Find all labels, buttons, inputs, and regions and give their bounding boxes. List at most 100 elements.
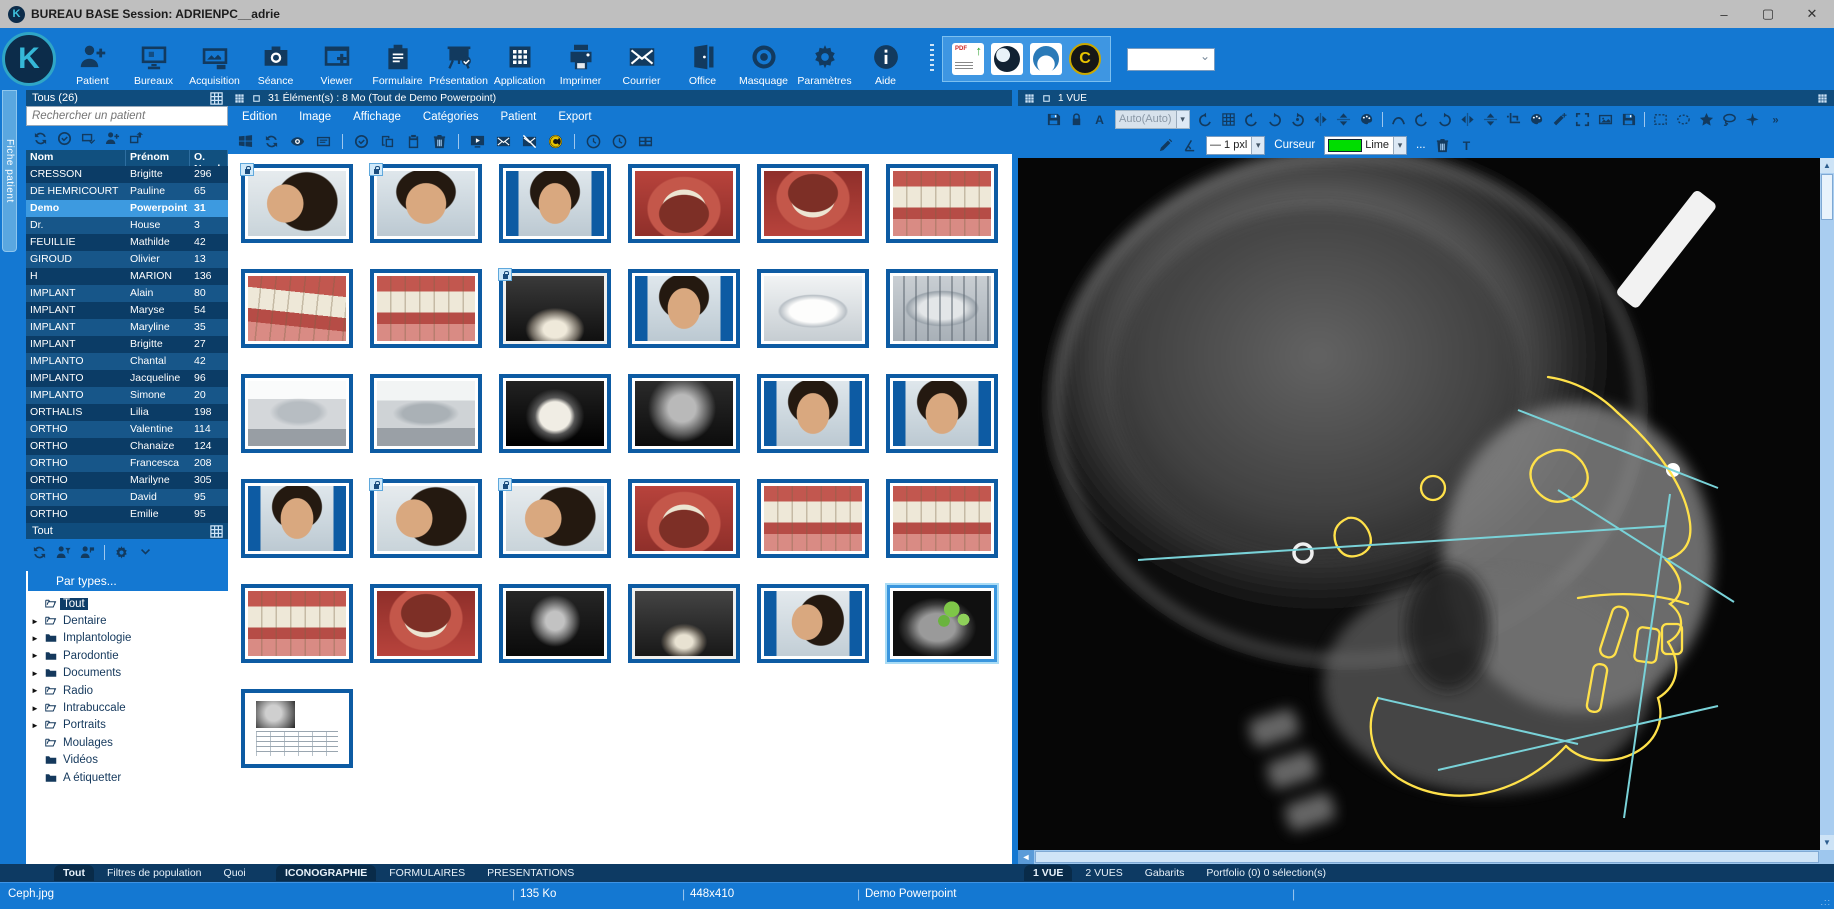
select-sparkle-icon[interactable] [1745,112,1760,127]
annot-T-icon[interactable]: T [1459,138,1474,153]
scroll-down-icon[interactable]: ▼ [1820,835,1834,850]
edit-flipv-icon[interactable] [1483,112,1498,127]
icono-envoff-icon[interactable] [522,134,537,149]
table-row[interactable]: IMPLANTOChantal42 [26,353,228,370]
color-combobox[interactable]: Lime▾ [1324,136,1407,155]
thumbnail-teeth-front[interactable] [886,479,998,558]
pdf-export-app-icon[interactable] [952,43,984,75]
thumbnail-portrait-front-wide[interactable] [886,374,998,453]
grid-view-icon[interactable] [209,524,224,539]
icono-clock-icon[interactable] [586,134,601,149]
viewer-palette-icon[interactable] [1359,112,1374,127]
tree-item-implantologie[interactable]: ►Implantologie [28,630,228,647]
thumbnail-portrait-front[interactable] [370,164,482,243]
tab-2-vues[interactable]: 2 VUES [1076,865,1131,881]
icono-envx-icon[interactable] [496,134,511,149]
tree-item-radio[interactable]: ►Radio [28,682,228,699]
grid-layout-icon[interactable] [1024,93,1035,104]
table-row[interactable]: IMPLANTOJacqueline96 [26,370,228,387]
toolbar-item-présentation[interactable]: Présentation [428,42,489,87]
tab-filtres-de-population[interactable]: Filtres de population [98,865,211,881]
icono-card-icon[interactable] [316,134,331,149]
viewer-A-icon[interactable]: A [1092,112,1107,127]
tree-persont-icon[interactable] [80,545,95,560]
thumbnail-panoramic-xray[interactable] [499,269,611,348]
maximize-button[interactable]: ▢ [1746,0,1790,28]
table-row[interactable]: IMPLANTOSimone20 [26,387,228,404]
icono-copy-icon[interactable] [380,134,395,149]
thumbnail-teeth-front[interactable] [886,164,998,243]
viewer-flipv-icon[interactable] [1336,112,1351,127]
orca-light-app-icon[interactable] [1030,43,1062,75]
toolbar-item-imprimer[interactable]: Imprimer [550,42,611,87]
icono-paste-icon[interactable] [406,134,421,149]
close-button[interactable]: ✕ [1790,0,1834,28]
toolbar-item-courrier[interactable]: Courrier [611,42,672,87]
thumbnail-portrait-profile[interactable] [241,164,353,243]
tree-item-tout[interactable]: Tout [28,595,228,612]
toolbar-item-office[interactable]: Office [672,42,733,87]
pen-width-combobox[interactable]: — 1 pxl▾ [1206,136,1265,155]
expand-arrow-icon[interactable]: ► [28,617,42,626]
thumbnail-ceph-xray[interactable] [628,374,740,453]
table-row[interactable]: ORTHOChanaize124 [26,438,228,455]
patient-personp-icon[interactable] [105,131,120,146]
thumbnail-portrait-front-wide[interactable] [499,164,611,243]
icono-cbadge-icon[interactable] [548,134,563,149]
thumbnail-occlusal-lower[interactable] [370,584,482,663]
more-button[interactable]: ... [1416,139,1426,151]
select-lasso-icon[interactable] [1722,112,1737,127]
expand-arrow-icon[interactable]: ► [28,651,42,660]
thumbnail-skull-front-xray[interactable] [499,584,611,663]
edit-fliph-icon[interactable] [1460,112,1475,127]
orca-dark-app-icon[interactable] [991,43,1023,75]
table-row[interactable]: HMARION136 [26,268,228,285]
table-row[interactable]: FEUILLIEMathilde42 [26,234,228,251]
edit-rotl-icon[interactable] [1414,112,1429,127]
thumbnail-occlusal-upper[interactable] [628,164,740,243]
minimize-button[interactable]: – [1702,0,1746,28]
thumbnail-cast-front[interactable] [370,374,482,453]
tree-item-parodontie[interactable]: ►Parodontie [28,647,228,664]
tree-item-documents[interactable]: ►Documents [28,665,228,682]
table-row[interactable]: DemoPowerpoint31 [26,200,228,217]
ceph-xray-image[interactable] [1018,158,1820,850]
menu-image[interactable]: Image [299,111,331,123]
grid-view-icon[interactable] [209,91,224,106]
expand-arrow-icon[interactable]: ► [28,634,42,643]
menu-catégories[interactable]: Catégories [423,111,479,123]
toolbar-item-viewer[interactable]: Viewer [306,42,367,87]
thumbnail-portrait-profile[interactable] [499,479,611,558]
tab-portfolio-0-0-s-lection-s-[interactable]: Portfolio (0) 0 sélection(s) [1197,865,1335,881]
menu-patient[interactable]: Patient [501,111,537,123]
zoom-combobox[interactable]: Auto(Auto)▾ [1115,110,1190,129]
scroll-left-icon[interactable]: ◄ [1018,850,1034,864]
table-row[interactable]: ORTHOFrancesca208 [26,455,228,472]
viewer-rotl-icon[interactable] [1198,112,1213,127]
tree-personf-icon[interactable] [56,545,71,560]
table-row[interactable]: GIROUDOlivier13 [26,251,228,268]
edit-frame-icon[interactable] [1575,112,1590,127]
select-selell-icon[interactable] [1676,112,1691,127]
icono-check-icon[interactable] [354,134,369,149]
thumbnail-ceph-report[interactable] [241,689,353,768]
toolbar-item-acquisition[interactable]: Acquisition [184,42,245,87]
grid-view-icon[interactable] [1817,93,1828,104]
thumbnail-teeth-front[interactable] [370,269,482,348]
tab-presentations[interactable]: PRESENTATIONS [478,865,583,881]
vertical-scroll-thumb[interactable] [1821,174,1833,220]
edit-floppy-icon[interactable] [1621,112,1636,127]
thumbnail-teeth-front[interactable] [757,479,869,558]
menu-affichage[interactable]: Affichage [353,111,401,123]
table-row[interactable]: ORTHOEmilie95 [26,506,228,523]
search-input[interactable] [26,106,228,126]
toolbar-item-masquage[interactable]: Masquage [733,42,794,87]
expand-arrow-icon[interactable]: ► [28,669,42,678]
c-badge-app-icon[interactable] [1069,43,1101,75]
column-onomb[interactable]: O. Nomb [190,150,228,166]
toolbar-item-bureaux[interactable]: Bureaux [123,42,184,87]
table-row[interactable]: DE HEMRICOURTPauline65 [26,183,228,200]
toolbar-item-aide[interactable]: Aide [855,42,916,87]
tab-tout[interactable]: Tout [54,865,94,881]
thumbnail-panoramic-small[interactable] [628,584,740,663]
